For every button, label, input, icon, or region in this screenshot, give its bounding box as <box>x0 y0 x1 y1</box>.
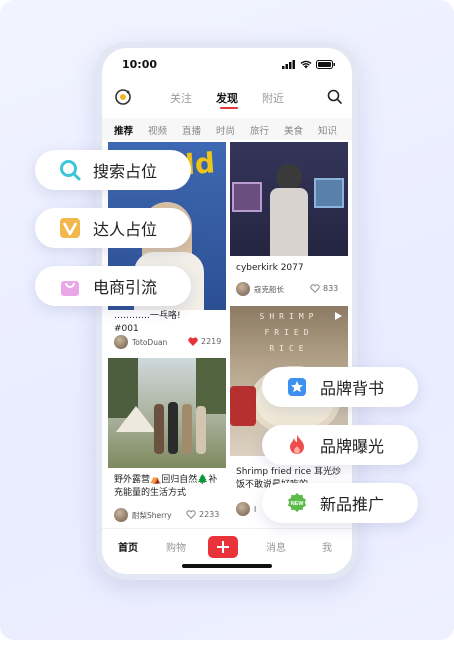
flame-icon <box>286 434 308 456</box>
pill-label: 搜索占位 <box>93 162 158 181</box>
avatar <box>114 508 128 522</box>
card-title: …………一乓咯! #001 <box>114 311 181 334</box>
battery-icon <box>316 60 335 69</box>
verified-v-icon <box>59 217 81 239</box>
wifi-icon <box>300 60 312 69</box>
person-figure <box>168 402 178 454</box>
tab-me[interactable]: 我 <box>322 539 332 554</box>
shopping-bag-icon <box>59 275 81 297</box>
active-tab-indicator <box>220 107 238 109</box>
pill-brand-endorsement: 品牌背书 <box>262 367 418 407</box>
home-indicator <box>182 564 272 568</box>
like-count[interactable]: 2219 <box>188 337 221 346</box>
person-figure <box>154 404 164 454</box>
person-figure <box>182 404 192 454</box>
category-food[interactable]: 美食 <box>284 123 303 137</box>
new-badge-icon: NEW <box>286 492 308 514</box>
tab-shop[interactable]: 购物 <box>166 539 186 554</box>
bottom-tab-bar: 首页 购物 消息 我 <box>102 528 352 574</box>
video-play-icon <box>335 312 342 320</box>
signal-icon <box>282 60 295 69</box>
card-title: 野外露营⛺回归自然🌲补 充能量的生活方式 <box>114 475 218 498</box>
image-text: RICE <box>269 344 309 353</box>
pill-label: 品牌背书 <box>320 379 385 398</box>
tree <box>108 358 138 418</box>
category-knowledge[interactable]: 知识 <box>318 123 337 137</box>
heart-filled-icon <box>188 337 198 346</box>
avatar <box>114 335 128 349</box>
tab-home[interactable]: 首页 <box>118 539 138 554</box>
like-number: 2233 <box>199 510 220 519</box>
author-name: 寇克船长 <box>254 284 284 294</box>
pill-talent-placement: 达人占位 <box>35 208 191 248</box>
heart-outline-icon <box>310 284 320 293</box>
plus-icon <box>217 541 229 553</box>
heart-outline-icon <box>186 510 196 519</box>
pill-search-placement: 搜索占位 <box>35 150 191 190</box>
pill-new-product-promo: NEW 新品推广 <box>262 483 418 523</box>
feed-card[interactable]: 野外露营⛺回归自然🌲补 充能量的生活方式 耐梨Sherry 2233 <box>108 358 226 526</box>
new-badge-text: NEW <box>291 501 305 507</box>
category-bar: 推荐 视频 直播 时尚 旅行 美食 知识 <box>102 118 352 140</box>
image-text: FRIED <box>264 328 314 337</box>
tv-screen <box>232 182 262 212</box>
camera-icon[interactable] <box>114 88 132 106</box>
top-nav: 关注 发现 附近 <box>102 86 352 112</box>
tab-messages[interactable]: 消息 <box>266 539 286 554</box>
status-icons <box>282 60 336 69</box>
like-number: 2219 <box>201 337 222 346</box>
like-number: 833 <box>323 284 339 293</box>
person-figure <box>196 406 206 454</box>
tab-nearby[interactable]: 附近 <box>262 90 284 106</box>
tab-discover[interactable]: 发现 <box>216 90 238 106</box>
image-text: SHRIMP <box>259 312 319 321</box>
card-author[interactable]: TotoDuan <box>114 335 167 349</box>
avatar <box>236 282 250 296</box>
tab-following[interactable]: 关注 <box>170 90 192 106</box>
pill-label: 新品推广 <box>320 495 385 514</box>
feed-card[interactable]: cyberkirk 2077 寇克船长 833 <box>230 142 348 302</box>
author-name: I <box>254 504 257 514</box>
status-time: 10:00 <box>122 58 158 71</box>
avatar <box>236 502 250 516</box>
person-head <box>276 164 302 190</box>
card-title: cyberkirk 2077 <box>236 263 304 273</box>
category-travel[interactable]: 旅行 <box>250 123 269 137</box>
category-fashion[interactable]: 时尚 <box>216 123 235 137</box>
card-author[interactable]: I <box>236 502 256 516</box>
card-author[interactable]: 耐梨Sherry <box>114 508 172 522</box>
publish-button[interactable] <box>208 536 238 558</box>
card-author[interactable]: 寇克船长 <box>236 282 284 296</box>
author-name: 耐梨Sherry <box>132 510 172 520</box>
card-image <box>230 142 348 256</box>
like-count[interactable]: 2233 <box>186 510 219 519</box>
search-icon[interactable] <box>327 89 342 104</box>
card-image <box>108 358 226 468</box>
category-recommend[interactable]: 推荐 <box>114 123 133 137</box>
pill-ecommerce-traffic: 电商引流 <box>35 266 191 306</box>
category-live[interactable]: 直播 <box>182 123 201 137</box>
status-bar: 10:00 <box>102 48 352 78</box>
pill-label: 达人占位 <box>93 220 158 239</box>
tv-screen <box>314 178 344 208</box>
category-video[interactable]: 视频 <box>148 123 167 137</box>
star-badge-icon <box>286 376 308 398</box>
search-icon <box>59 159 81 181</box>
author-name: TotoDuan <box>132 337 168 347</box>
pill-label: 电商引流 <box>93 278 158 297</box>
pill-brand-exposure: 品牌曝光 <box>262 425 418 465</box>
like-count[interactable]: 833 <box>310 284 338 293</box>
sauce-dish <box>230 386 256 426</box>
pill-label: 品牌曝光 <box>320 437 385 456</box>
person-figure <box>270 188 308 256</box>
